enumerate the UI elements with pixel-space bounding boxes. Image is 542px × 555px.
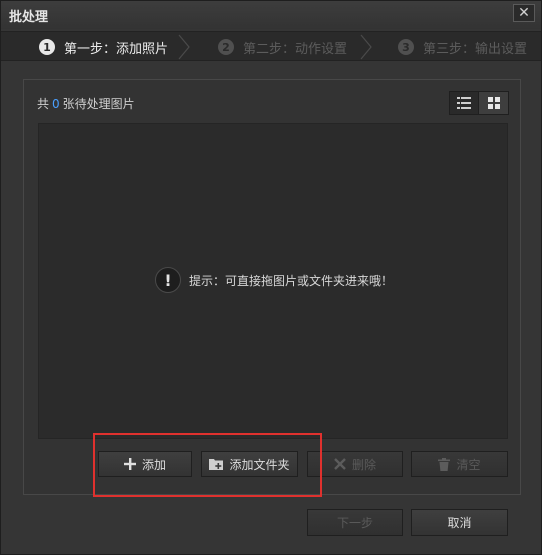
count-value: 0 bbox=[52, 97, 60, 111]
count-suffix: 张待处理图片 bbox=[62, 97, 135, 111]
step-2-label: 第二步：动作设置 bbox=[243, 41, 348, 57]
trash-icon bbox=[438, 457, 451, 471]
grid-icon bbox=[487, 97, 500, 109]
step-3-label: 第三步：输出设置 bbox=[423, 41, 528, 57]
delete-button-label: 删除 bbox=[351, 457, 376, 472]
cancel-button[interactable]: 取消 bbox=[411, 509, 508, 536]
add-button[interactable]: 添加 bbox=[98, 451, 192, 477]
close-icon: ✕ bbox=[518, 5, 530, 21]
step-3-number: 3 bbox=[398, 39, 414, 55]
delete-button[interactable]: 删除 bbox=[307, 451, 403, 477]
chevron-right-icon bbox=[360, 34, 372, 60]
next-step-button[interactable]: 下一步 bbox=[307, 509, 403, 536]
chevron-right-icon bbox=[178, 34, 190, 60]
step-2: 2 第二步：动作设置 bbox=[218, 32, 347, 62]
title-bar[interactable]: 批处理 ✕ bbox=[1, 1, 541, 29]
count-prefix: 共 bbox=[37, 97, 50, 111]
view-toggle bbox=[449, 91, 509, 115]
x-icon bbox=[334, 458, 346, 470]
cancel-label: 取消 bbox=[447, 516, 472, 530]
grid-view-button[interactable] bbox=[479, 92, 508, 114]
step-1-label: 第一步：添加照片 bbox=[64, 41, 169, 57]
clear-button-label: 清空 bbox=[456, 457, 481, 472]
step-3: 3 第三步：输出设置 bbox=[398, 32, 527, 62]
close-button[interactable]: ✕ bbox=[513, 4, 535, 22]
next-step-label: 下一步 bbox=[336, 516, 373, 530]
batch-process-dialog: 批处理 ✕ 1 第一步：添加照片 2 第二步：动作设置 3 第三步：输出设置 共… bbox=[0, 0, 542, 555]
list-icon bbox=[457, 97, 471, 109]
add-button-label: 添加 bbox=[141, 457, 166, 472]
step-1-number: 1 bbox=[39, 39, 55, 55]
folder-add-icon bbox=[209, 458, 224, 470]
list-view-button[interactable] bbox=[450, 92, 479, 114]
add-folder-button[interactable]: 添加文件夹 bbox=[201, 451, 298, 477]
hint-text: 提示：可直接拖图片或文件夹进来哦！ bbox=[189, 273, 394, 288]
step-2-number: 2 bbox=[218, 39, 234, 55]
drop-hint: ! 提示：可直接拖图片或文件夹进来哦！ bbox=[155, 267, 393, 293]
step-1: 1 第一步：添加照片 bbox=[39, 32, 168, 62]
step-indicator: 1 第一步：添加照片 2 第二步：动作设置 3 第三步：输出设置 bbox=[1, 31, 541, 61]
exclamation-icon: ! bbox=[155, 267, 181, 293]
add-folder-button-label: 添加文件夹 bbox=[229, 457, 290, 472]
plus-icon bbox=[123, 458, 136, 470]
dialog-title: 批处理 bbox=[9, 10, 49, 25]
pending-count: 共 0 张待处理图片 bbox=[37, 95, 135, 112]
clear-button[interactable]: 清空 bbox=[411, 451, 508, 477]
